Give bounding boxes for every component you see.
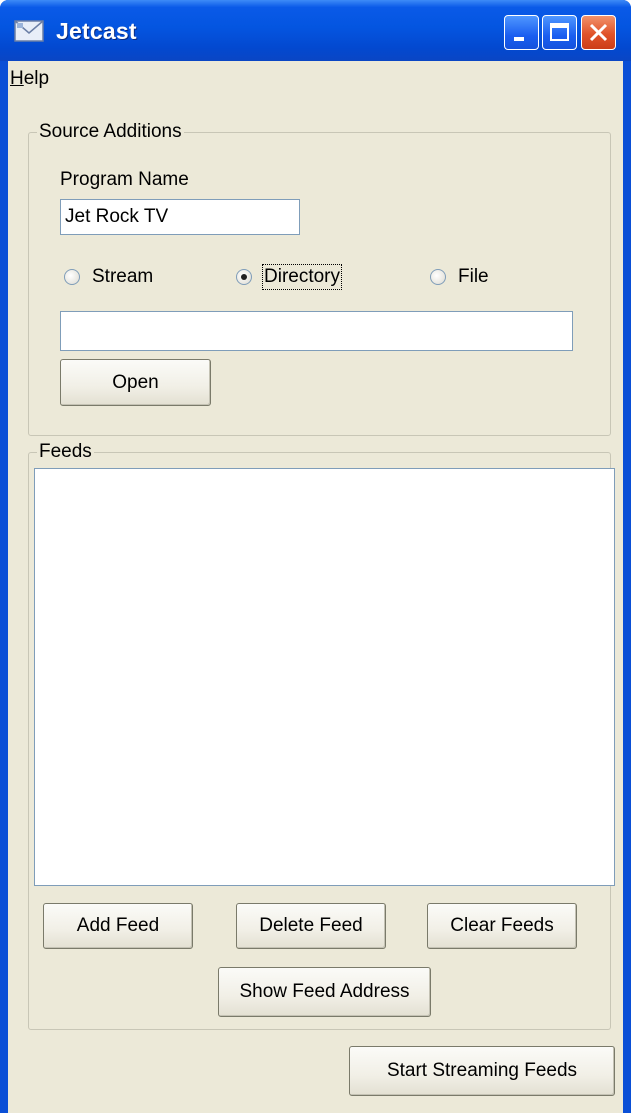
radio-directory-circle[interactable] xyxy=(236,269,252,285)
show-feed-address-button[interactable]: Show Feed Address xyxy=(218,967,431,1017)
radio-file[interactable]: File xyxy=(430,266,489,288)
menu-bar: Help xyxy=(8,61,623,97)
source-additions-legend: Source Additions xyxy=(37,121,184,143)
radio-file-circle[interactable] xyxy=(430,269,446,285)
window-title: Jetcast xyxy=(56,18,137,44)
radio-directory-label: Directory xyxy=(261,264,343,290)
delete-feed-button[interactable]: Delete Feed xyxy=(236,903,386,949)
radio-stream-circle[interactable] xyxy=(64,269,80,285)
program-name-label: Program Name xyxy=(60,169,189,190)
title-bar[interactable]: Jetcast xyxy=(0,0,631,61)
minimize-button[interactable] xyxy=(504,15,539,50)
radio-directory[interactable]: Directory xyxy=(236,264,343,290)
program-name-input[interactable] xyxy=(60,199,300,235)
close-button[interactable] xyxy=(581,15,616,50)
maximize-icon xyxy=(550,23,569,41)
envelope-icon xyxy=(14,20,44,42)
menu-help-accelerator: H xyxy=(10,68,24,89)
feeds-legend: Feeds xyxy=(37,441,94,463)
minimize-icon xyxy=(514,37,524,41)
clear-feeds-button[interactable]: Clear Feeds xyxy=(427,903,577,949)
menu-help[interactable]: Help xyxy=(10,68,49,90)
close-icon xyxy=(589,23,608,42)
radio-stream[interactable]: Stream xyxy=(64,266,153,288)
radio-stream-label: Stream xyxy=(92,266,154,287)
feeds-listbox[interactable] xyxy=(34,468,615,886)
open-button[interactable]: Open xyxy=(60,359,211,406)
start-streaming-button[interactable]: Start Streaming Feeds xyxy=(349,1046,615,1096)
source-path-input[interactable] xyxy=(60,311,573,351)
radio-file-label: File xyxy=(458,266,489,287)
maximize-button[interactable] xyxy=(542,15,577,50)
menu-help-rest: elp xyxy=(23,68,50,89)
app-window: Jetcast Help Source Additions Program Na… xyxy=(0,0,631,1113)
add-feed-button[interactable]: Add Feed xyxy=(43,903,193,949)
client-area: Help Source Additions Program Name Strea… xyxy=(8,61,623,1113)
